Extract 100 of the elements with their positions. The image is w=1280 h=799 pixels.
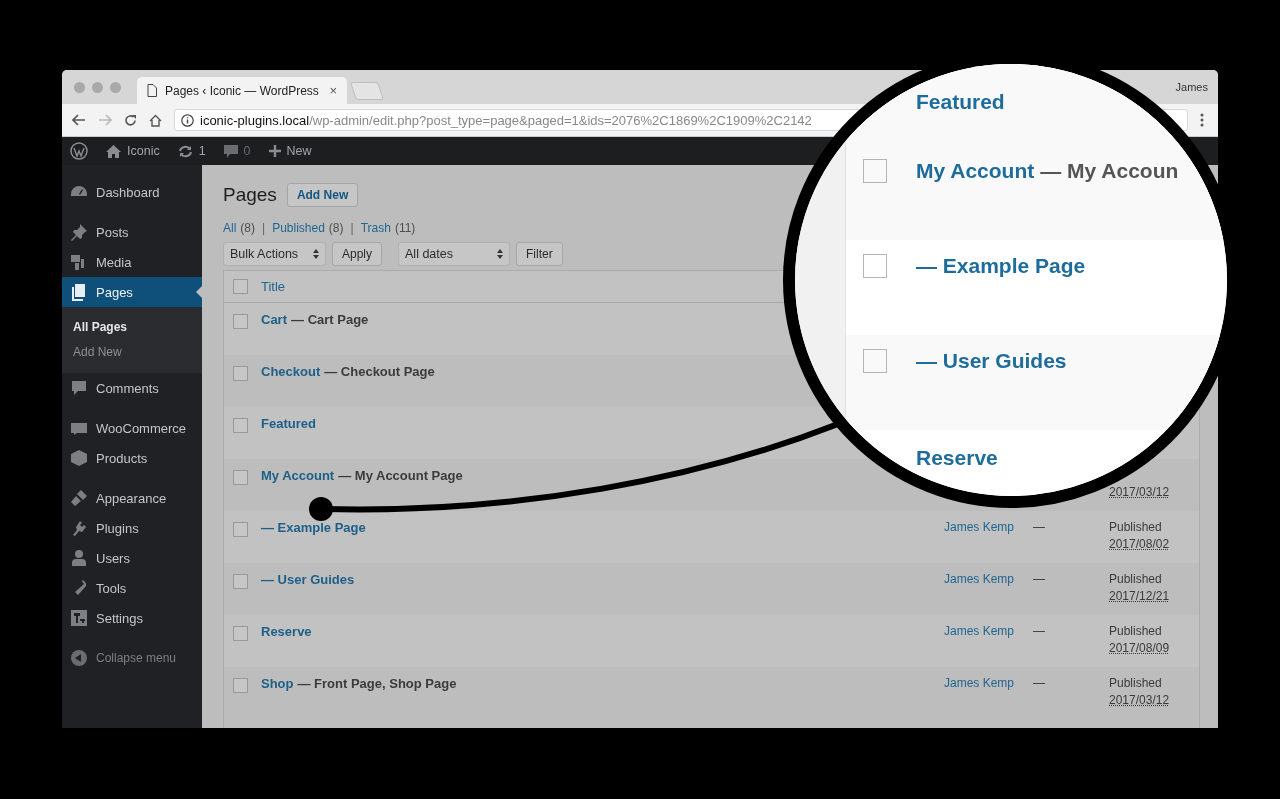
checkbox[interactable] bbox=[233, 279, 248, 294]
author-link[interactable]: James Kemp bbox=[944, 624, 1015, 638]
speech-bubble-icon bbox=[70, 379, 88, 397]
plus-icon bbox=[268, 145, 281, 157]
reload-icon[interactable] bbox=[124, 113, 137, 127]
status-text: Published bbox=[1109, 519, 1163, 536]
date-text: 2017/03/12 bbox=[1109, 484, 1171, 501]
page-state-text: — My Accoun bbox=[1040, 159, 1179, 184]
submenu-item[interactable]: All Pages bbox=[62, 315, 202, 340]
sidebar-item[interactable]: Appearance bbox=[62, 483, 202, 513]
apply-button[interactable]: Apply bbox=[332, 242, 383, 266]
date-text: 2017/08/02 bbox=[1109, 536, 1171, 553]
sidebar-item[interactable]: WooCommerce bbox=[62, 413, 202, 443]
author-link[interactable]: James Kemp bbox=[944, 676, 1015, 690]
page-title-link[interactable]: Featured bbox=[261, 416, 316, 431]
checkbox[interactable] bbox=[233, 626, 248, 641]
window-control-icon[interactable] bbox=[74, 81, 85, 93]
sidebar-item[interactable]: Tools bbox=[62, 573, 202, 603]
pages-icon bbox=[70, 283, 88, 301]
checkbox[interactable] bbox=[233, 314, 248, 329]
filter-count: (8) bbox=[328, 221, 344, 235]
updates-link[interactable]: 1 bbox=[177, 144, 206, 158]
page-title-link[interactable]: Reserve bbox=[261, 624, 312, 639]
date-text: 2017/08/09 bbox=[1109, 640, 1171, 657]
page-title-link[interactable]: Checkout bbox=[261, 364, 321, 379]
sidebar-item[interactable]: Pages bbox=[62, 277, 202, 307]
checkbox[interactable] bbox=[233, 522, 248, 537]
page-title-link[interactable]: — Example Page bbox=[261, 520, 366, 535]
updown-arrow-icon bbox=[497, 249, 504, 259]
filter-count: (8) bbox=[240, 221, 255, 235]
sidebar-item[interactable]: Plugins bbox=[62, 513, 202, 543]
profile-name[interactable]: James bbox=[1175, 81, 1208, 93]
page-state-text: — Front Page, Shop Page bbox=[297, 676, 457, 691]
sidebar-item[interactable]: Posts bbox=[62, 217, 202, 247]
forward-icon[interactable] bbox=[98, 114, 112, 126]
page-state-text: — My Account Page bbox=[338, 468, 463, 483]
refresh-icon bbox=[177, 144, 193, 158]
box-icon bbox=[70, 449, 88, 467]
info-icon bbox=[181, 113, 194, 127]
sidebar-item[interactable]: Media bbox=[62, 247, 202, 277]
sidebar-item[interactable]: Products bbox=[62, 443, 202, 473]
new-link[interactable]: New bbox=[268, 144, 312, 158]
checkbox[interactable] bbox=[863, 254, 887, 278]
sidebar-item[interactable]: Users bbox=[62, 543, 202, 573]
author-link[interactable]: James Kemp bbox=[944, 572, 1015, 586]
checkbox[interactable] bbox=[863, 159, 887, 183]
column-header[interactable]: Title bbox=[261, 279, 286, 294]
filter-link[interactable]: Published bbox=[272, 221, 325, 235]
new-tab-button[interactable] bbox=[350, 82, 384, 100]
home-icon[interactable] bbox=[149, 113, 162, 127]
sidebar-item[interactable]: Comments bbox=[62, 373, 202, 403]
wordpress-logo-icon[interactable] bbox=[70, 142, 88, 160]
checkbox[interactable] bbox=[863, 349, 887, 373]
filter-link[interactable]: All bbox=[223, 221, 237, 235]
page-title-link[interactable]: Cart bbox=[261, 312, 287, 327]
dates-dropdown[interactable]: All dates bbox=[398, 242, 511, 266]
page-title-link[interactable]: My Account bbox=[916, 159, 1035, 184]
sidebar-item[interactable]: Dashboard bbox=[62, 177, 202, 207]
collapse-menu-button[interactable]: Collapse menu bbox=[62, 643, 202, 673]
submenu-item[interactable]: Add New bbox=[62, 340, 202, 365]
status-text: Published bbox=[1109, 675, 1163, 692]
filter-count: (11) bbox=[394, 221, 416, 235]
checkbox[interactable] bbox=[233, 678, 248, 693]
comment-count: — bbox=[1033, 520, 1045, 534]
comment-count: — bbox=[1033, 676, 1045, 690]
page-title-link[interactable]: — User Guides bbox=[261, 572, 355, 587]
page-title-link[interactable]: — Example Page bbox=[916, 254, 1086, 279]
back-icon[interactable] bbox=[72, 114, 86, 126]
date-text: 2017/03/12 bbox=[1109, 692, 1171, 709]
separator-text: | bbox=[350, 221, 354, 235]
checkbox[interactable] bbox=[233, 418, 248, 433]
browser-tab[interactable]: Pages ‹ Iconic — WordPress × bbox=[137, 77, 347, 104]
filter-button[interactable]: Filter bbox=[516, 242, 563, 266]
updown-arrow-icon bbox=[313, 249, 319, 259]
bulk-actions-dropdown[interactable]: Bulk Actions bbox=[223, 242, 326, 266]
comments-link[interactable]: 0 bbox=[223, 144, 251, 158]
filter-link[interactable]: Trash bbox=[360, 221, 391, 235]
page-title-link[interactable]: Reserve bbox=[916, 446, 998, 471]
speech-bubble-icon bbox=[223, 144, 238, 158]
comment-count: — bbox=[1033, 624, 1045, 638]
close-icon[interactable]: × bbox=[329, 83, 337, 98]
window-control-icon[interactable] bbox=[110, 81, 121, 93]
add-new-button[interactable]: Add New bbox=[286, 183, 359, 207]
date-text: 2017/12/21 bbox=[1109, 588, 1171, 605]
author-link[interactable]: James Kemp bbox=[944, 520, 1015, 534]
checkbox[interactable] bbox=[233, 366, 248, 381]
site-link[interactable]: Iconic bbox=[106, 144, 160, 158]
comment-count: — bbox=[1033, 572, 1045, 586]
checkbox[interactable] bbox=[233, 470, 248, 485]
pin-icon bbox=[70, 223, 88, 241]
page-title-link[interactable]: — User Guides bbox=[916, 349, 1067, 374]
separator-text: | bbox=[262, 221, 266, 235]
page-title-link[interactable]: Shop bbox=[261, 676, 294, 691]
checkbox[interactable] bbox=[233, 574, 248, 589]
sidebar-item[interactable]: Settings bbox=[62, 603, 202, 633]
menu-icon[interactable] bbox=[1200, 113, 1204, 127]
person-icon bbox=[70, 549, 88, 567]
window-control-icon[interactable] bbox=[92, 81, 103, 93]
page-title-link[interactable]: My Account bbox=[261, 468, 335, 483]
page-state-text: — Checkout Page bbox=[324, 364, 435, 379]
